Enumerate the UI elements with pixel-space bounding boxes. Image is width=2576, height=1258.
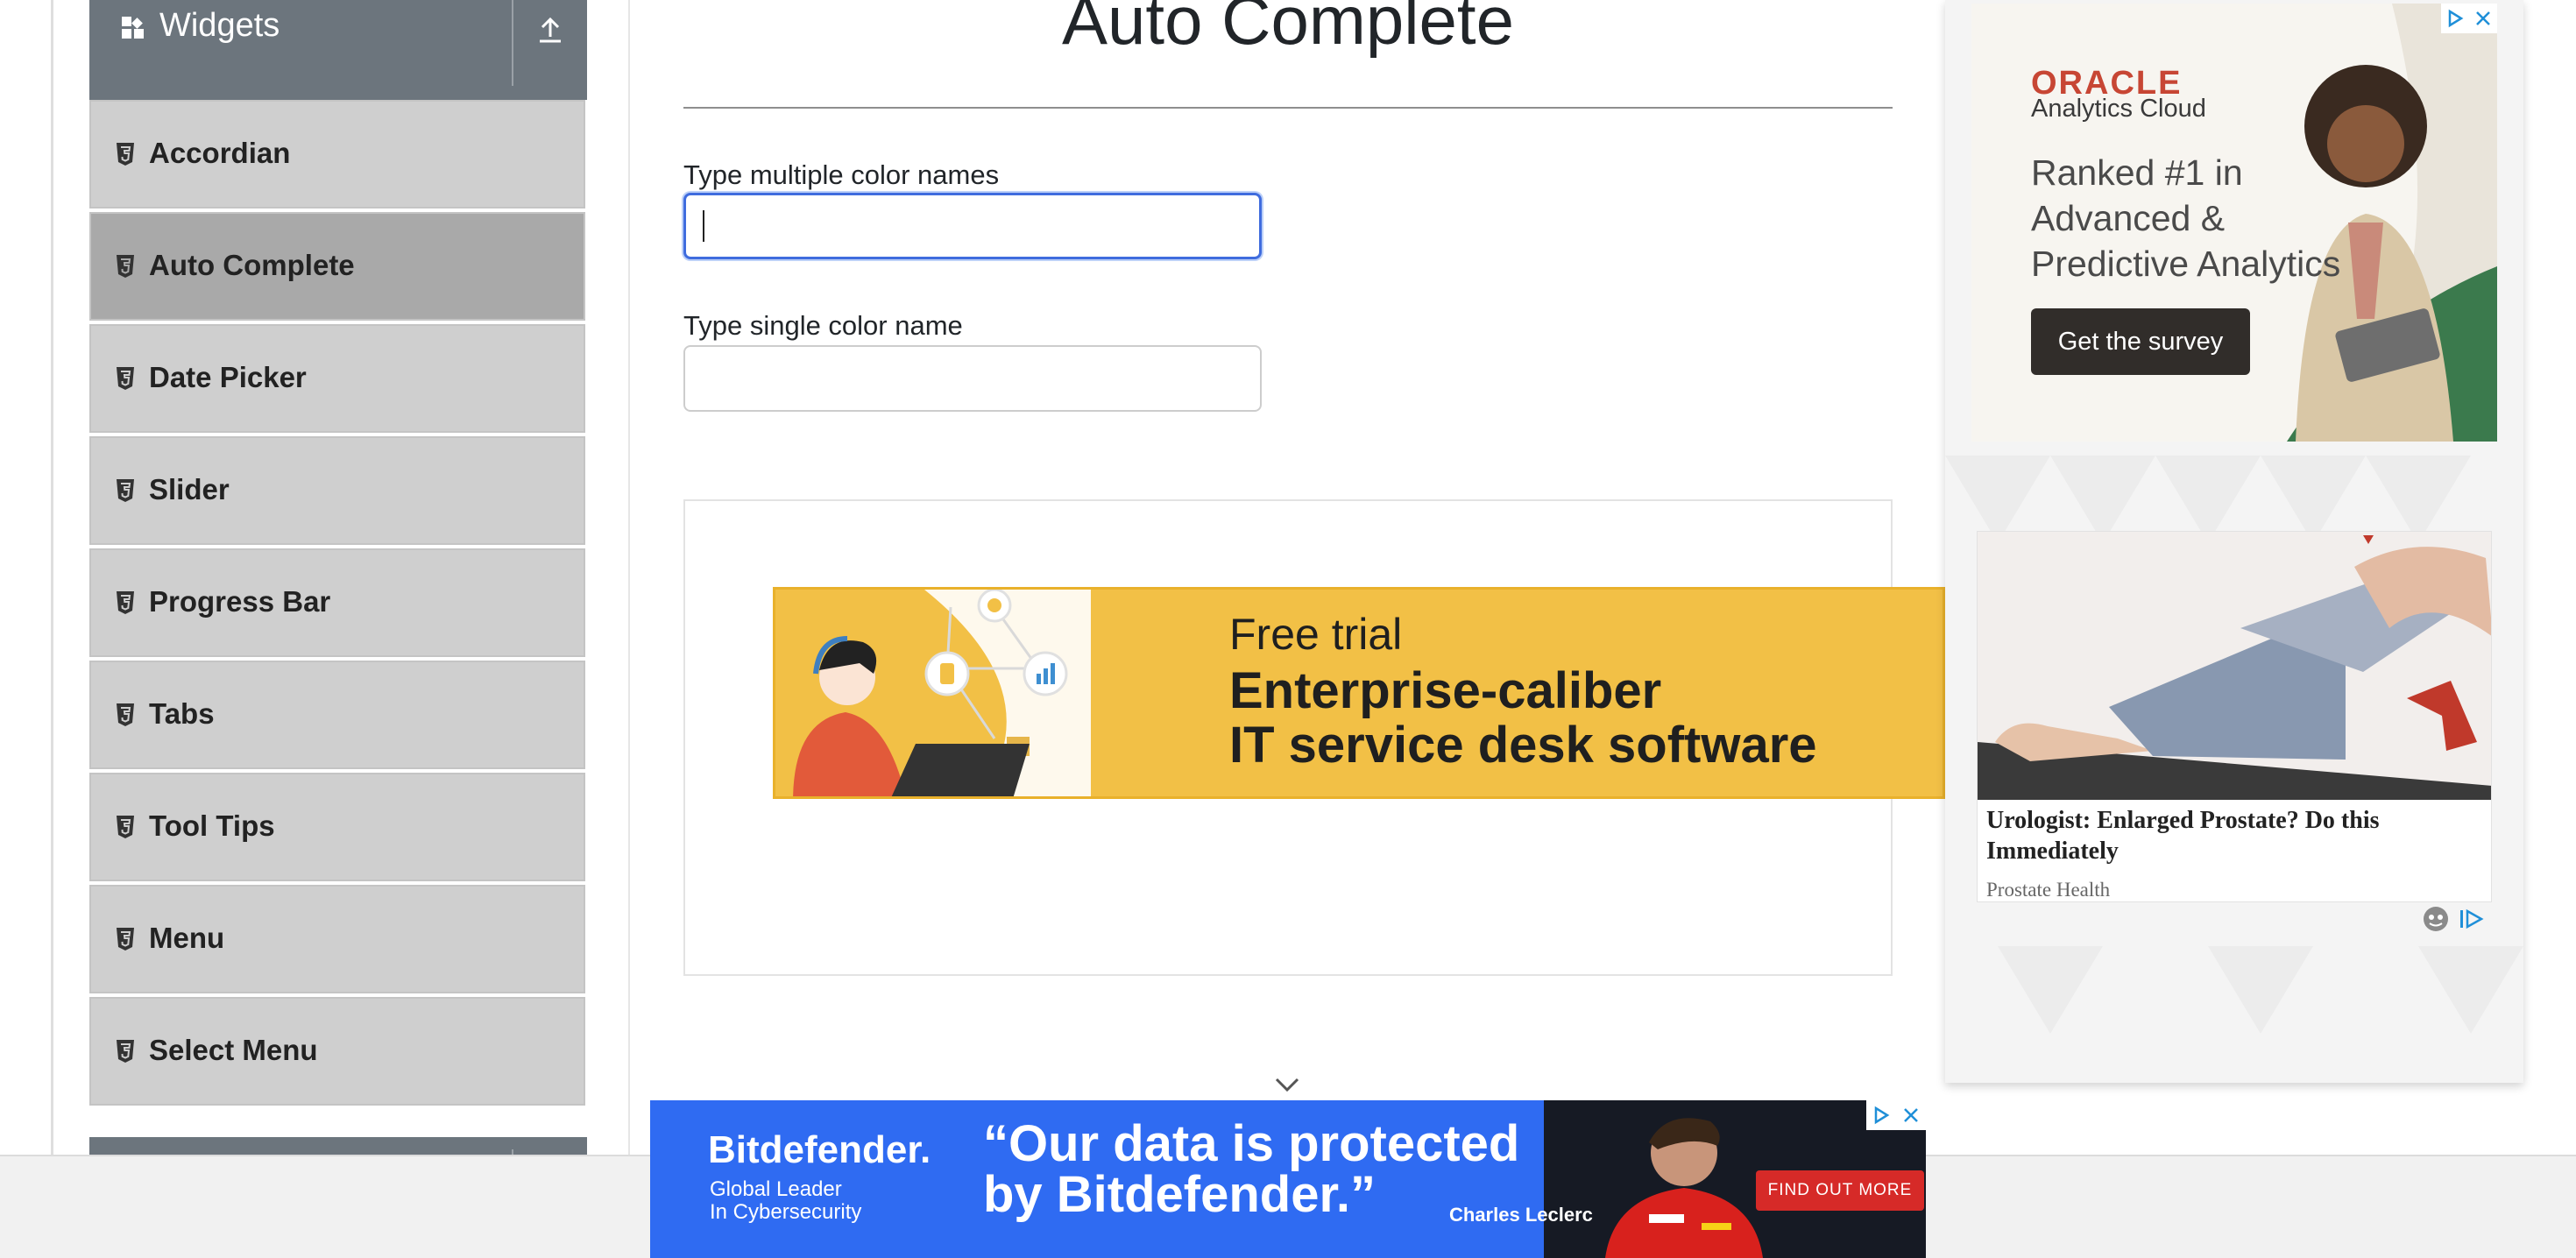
left-border: [51, 0, 53, 1155]
page-root: Widgets Accordian Auto Complete Date Pic…: [0, 0, 2576, 1258]
bitdefender-tagline-1: Global Leader: [710, 1177, 842, 1201]
sidebar-item-date-picker[interactable]: Date Picker: [89, 324, 585, 433]
get-survey-button[interactable]: Get the survey: [2031, 308, 2250, 375]
html5-icon: [117, 703, 134, 726]
bitdefender-logo: Bitdefender.: [708, 1128, 931, 1171]
single-color-label: Type single color name: [683, 310, 963, 341]
ad-headline-1: Enterprise-caliber: [1229, 662, 1662, 719]
sidebar-item-menu[interactable]: Menu: [89, 885, 585, 993]
oracle-product-name: Analytics Cloud: [2031, 95, 2206, 123]
adchoices-icon: [1874, 1106, 1890, 1125]
sidebar-item-slider[interactable]: Slider: [89, 436, 585, 545]
sidebar-item-label: Tool Tips: [149, 809, 275, 842]
oracle-headline-3: Predictive Analytics: [2031, 244, 2341, 284]
widgets-group-header[interactable]: Widgets: [89, 0, 587, 100]
sidebar-item-accordian[interactable]: Accordian: [89, 100, 585, 208]
multiple-color-input[interactable]: [683, 193, 1262, 259]
feedback-icon[interactable]: [2422, 905, 2450, 933]
html5-icon: [117, 816, 134, 838]
find-out-more-button[interactable]: FIND OUT MORE: [1756, 1170, 1924, 1211]
html5-icon: [117, 928, 134, 951]
sidebar-item-label: Date Picker: [149, 361, 307, 393]
single-color-input[interactable]: [683, 345, 1262, 412]
sidebar-item-label: Menu: [149, 922, 225, 954]
sidebar-item-label: Progress Bar: [149, 585, 331, 618]
sidebar-item-select-menu[interactable]: Select Menu: [89, 997, 585, 1106]
widgets-menu-list: Accordian Auto Complete Date Picker Slid…: [89, 100, 587, 1109]
close-icon[interactable]: [1901, 1106, 1921, 1125]
free-trial-text: Free trial: [1229, 610, 1403, 659]
oracle-headline-1: Ranked #1 in: [2031, 152, 2243, 193]
page-title: Auto Complete: [1062, 0, 1514, 59]
widgets-group-title: Widgets: [159, 7, 280, 44]
health-ad-title: Urologist: Enlarged Prostate? Do this Im…: [1986, 807, 2380, 865]
bitdefender-quote-1: “Our data is protected: [983, 1115, 1520, 1172]
support-agent-illustration: [793, 590, 1091, 796]
bitdefender-tagline-2: In Cybersecurity: [710, 1200, 862, 1224]
driver-photo: [1605, 1118, 1763, 1258]
adchoices-icon[interactable]: [2459, 907, 2485, 931]
sidebar-item-tool-tips[interactable]: Tool Tips: [89, 773, 585, 881]
sidebar-item-tabs[interactable]: Tabs: [89, 661, 585, 769]
sidebar-divider: [628, 0, 630, 1155]
widgets-icon: [122, 17, 144, 39]
html5-icon: [117, 1040, 134, 1063]
quote-author: Charles Leclerc: [1449, 1204, 1593, 1226]
adchoices-icon: [2448, 9, 2464, 28]
bitdefender-quote-2: by Bitdefender.”: [983, 1166, 1376, 1223]
title-divider: [683, 107, 1893, 109]
health-ad-source: Prostate Health: [1986, 879, 2111, 901]
oracle-headline-2: Advanced &: [2031, 198, 2226, 238]
html5-icon: [117, 479, 134, 502]
close-icon[interactable]: [2473, 9, 2493, 28]
html5-icon: [117, 591, 134, 614]
sidebar-item-auto-complete[interactable]: Auto Complete: [89, 212, 585, 321]
sidebar-item-label: Tabs: [149, 697, 215, 730]
businesswoman-photo: [2287, 4, 2497, 442]
html5-icon: [117, 143, 134, 166]
sidebar-item-label: Slider: [149, 473, 230, 505]
ad-choices-oracle[interactable]: [2441, 4, 2497, 33]
service-desk-ad[interactable]: Free trial Enterprise-caliber IT service…: [773, 587, 1945, 799]
ad-choices-bitdefender[interactable]: [1866, 1100, 1926, 1130]
exercise-photo: [1978, 532, 2491, 800]
multiple-color-label: Type multiple color names: [683, 159, 1000, 190]
prostate-health-ad[interactable]: Urologist: Enlarged Prostate? Do this Im…: [1977, 531, 2492, 902]
collapse-group-button[interactable]: [513, 0, 587, 100]
oracle-analytics-ad[interactable]: ORACLE Analytics Cloud Ranked #1 in Adva…: [1971, 4, 2497, 442]
html5-icon: [117, 255, 134, 278]
html5-icon: [117, 367, 134, 390]
text-caret: [703, 210, 704, 242]
sidebar-item-progress-bar[interactable]: Progress Bar: [89, 548, 585, 657]
sidebar-item-label: Accordian: [149, 137, 291, 169]
ad-choices-health[interactable]: [2422, 904, 2485, 934]
sidebar-item-label: Select Menu: [149, 1034, 318, 1066]
bitdefender-ad[interactable]: Bitdefender. Global Leader In Cybersecur…: [650, 1100, 1926, 1258]
chevron-down-icon[interactable]: [1274, 1076, 1300, 1093]
ad-headline-2: IT service desk software: [1229, 717, 1817, 774]
upload-icon: [540, 17, 561, 43]
sidebar-item-label: Auto Complete: [149, 249, 355, 281]
